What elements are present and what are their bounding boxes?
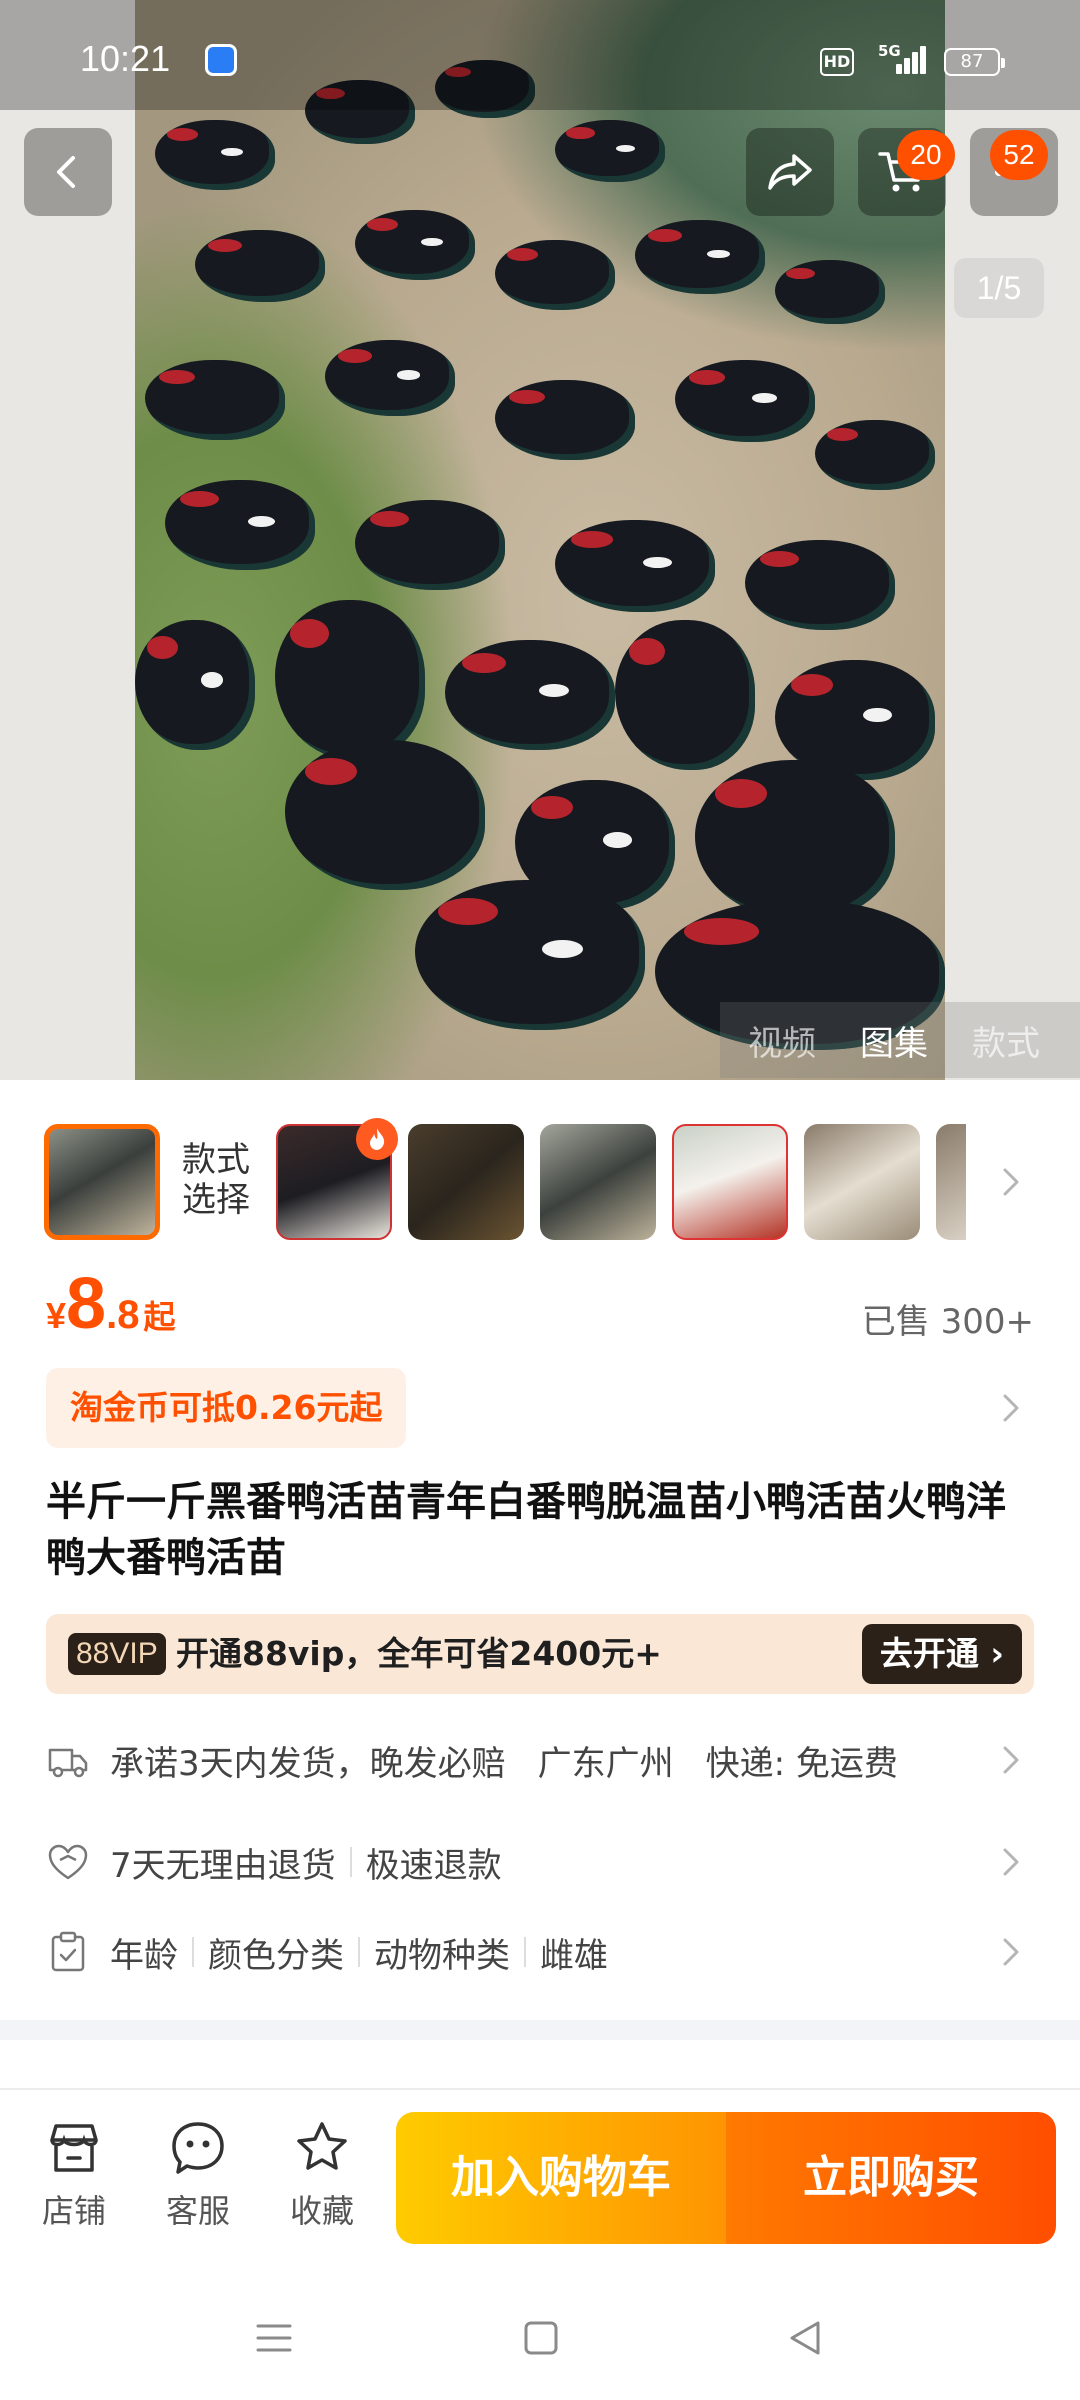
thumbnail-4[interactable] [540,1124,656,1240]
price-integer: 8 [66,1264,107,1344]
menu-icon[interactable] [254,2318,294,2358]
chevron-right-icon[interactable] [996,1842,1026,1882]
sold-count: 已售 300+ [861,1302,1034,1342]
price-suffix: 起 [143,1298,176,1336]
image-pager: 1/5 [954,258,1044,318]
chevron-right-icon[interactable] [996,1932,1026,1972]
media-tab-styles[interactable]: 款式 [950,1016,1062,1065]
thumbnail-5[interactable] [672,1124,788,1240]
chat-face-icon [172,2122,224,2174]
share-button[interactable] [746,128,834,216]
star-icon [297,2122,347,2170]
returns-row[interactable]: 7天无理由退货 极速退款 [46,1832,1036,1892]
thumbnail-7[interactable] [936,1124,966,1240]
service-label: 客服 [165,2192,230,2230]
battery-icon: 87 [944,48,1005,76]
spec-color: 颜色分类 [208,1935,344,1976]
buy-now-button[interactable]: 立即购买 [726,2112,1056,2244]
returns-policy: 7天无理由退货 [110,1845,336,1886]
chevron-right-icon[interactable] [996,1162,1026,1202]
customer-service-button[interactable]: 客服 [148,2118,248,2232]
chevron-right-icon[interactable] [996,1740,1026,1780]
shipping-row[interactable]: 承诺3天内发货，晚发必赔 广东广州 快递: 免运费 [46,1730,1036,1790]
home-icon[interactable] [521,2318,561,2358]
shop-icon [50,2124,98,2172]
style-select-button[interactable]: 款式 选择 [182,1140,250,1220]
price-currency: ¥ [46,1295,67,1336]
bottom-bar-border [0,2088,1080,2090]
price: ¥ 8 .8 起 [46,1262,175,1346]
vip-open-button[interactable]: 去开通 › [861,1624,1022,1684]
thumbnail-1[interactable] [44,1124,160,1240]
shipping-express: 快递: 免运费 [705,1743,898,1784]
vip-text: 开通88vip，全年可省2400元+ [176,1634,662,1673]
product-title: 半斤一斤黑番鸭活苗青年白番鸭脱温苗小鸭活苗火鸭洋鸭大番鸭活苗 [46,1479,1006,1581]
chevron-left-icon [57,156,75,188]
spec-gender: 雌雄 [540,1935,608,1976]
chevron-right-icon[interactable] [996,1388,1026,1428]
thumbnail-3[interactable] [408,1124,524,1240]
notification-app-icon [205,44,237,76]
share-icon [768,154,812,190]
status-bar: 10:21 HD 5G 87 [0,0,1080,110]
shop-button[interactable]: 店铺 [24,2118,124,2232]
truck-icon [48,1748,88,1778]
style-thumbnails [0,1124,1080,1240]
media-tabs: 视频 图集 款式 [720,1002,1080,1078]
shield-heart-icon [48,1844,88,1880]
back-button[interactable] [24,128,112,216]
add-to-cart-button[interactable]: 加入购物车 [396,2112,726,2244]
hd-icon: HD [820,48,854,76]
thumbnail-6[interactable] [804,1124,920,1240]
coin-discount-tag[interactable]: 淘金币可抵0.26元起 [46,1368,407,1448]
status-time: 10:21 [80,38,171,79]
message-count-badge: 52 [990,130,1048,180]
back-nav-icon[interactable] [786,2318,826,2358]
clipboard-icon [51,1931,85,1972]
price-decimal: .8 [106,1293,140,1337]
section-divider [0,2020,1080,2040]
vip-badge: 88VIP [68,1633,166,1675]
shop-label: 店铺 [41,2192,106,2230]
media-tab-gallery[interactable]: 图集 [838,1016,950,1065]
signal-icon [890,44,926,74]
purchase-actions: 加入购物车 立即购买 [396,2112,1056,2244]
cart-count-badge: 20 [897,130,955,180]
favorite-button[interactable]: 收藏 [272,2118,372,2232]
favorite-label: 收藏 [289,2192,354,2230]
refund-speed: 极速退款 [365,1845,502,1886]
specs-row[interactable]: 年龄 颜色分类 动物种类 雌雄 [46,1922,1036,1982]
spec-age: 年龄 [110,1935,178,1976]
vip-banner[interactable]: 88VIP 开通88vip，全年可省2400元+ 去开通 › [46,1614,1034,1694]
spec-species: 动物种类 [374,1935,510,1976]
media-tab-video[interactable]: 视频 [726,1016,838,1065]
shipping-promise: 承诺3天内发货，晚发必赔 [110,1743,506,1784]
shipping-location: 广东广州 [537,1743,674,1784]
system-nav-bar [0,2280,1080,2400]
hot-icon [356,1118,398,1160]
